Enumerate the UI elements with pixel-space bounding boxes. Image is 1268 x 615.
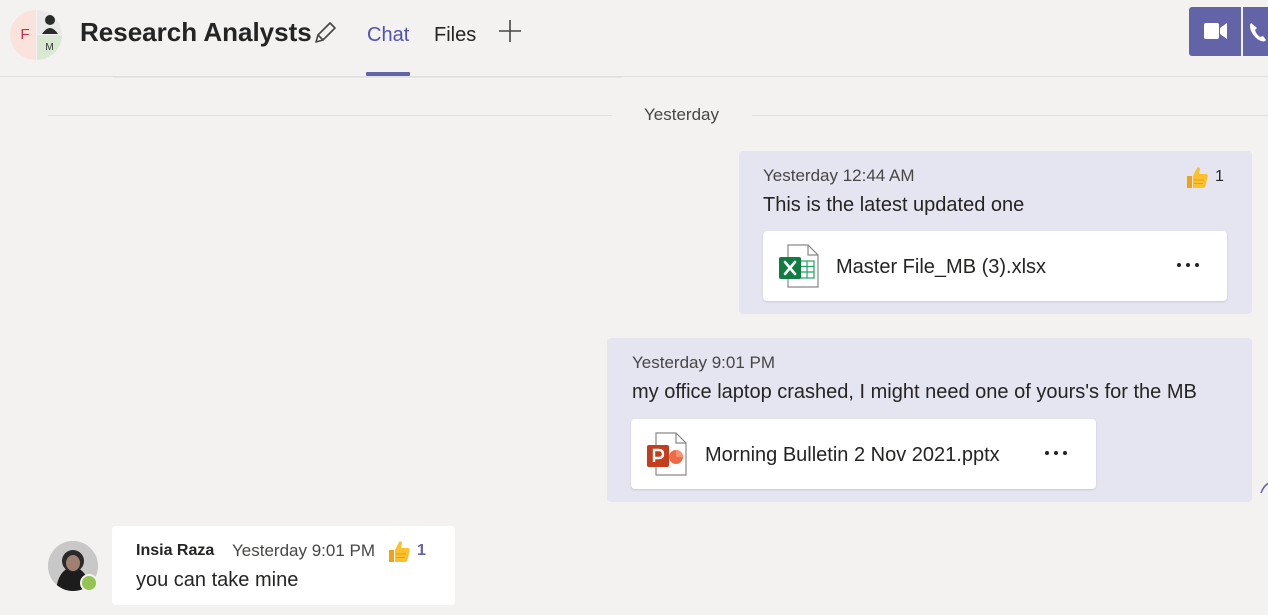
- chat-title: Research Analysts: [80, 17, 312, 47]
- add-tab-plus-icon[interactable]: [497, 18, 523, 44]
- read-receipt-icon: [1260, 482, 1268, 494]
- tab-files[interactable]: Files: [434, 22, 476, 48]
- avatar-initial-f: F: [10, 10, 36, 60]
- reaction-badge[interactable]: 1: [386, 538, 426, 564]
- file-name: Master File_MB (3).xlsx: [836, 256, 1047, 278]
- file-name: Morning Bulletin 2 Nov 2021.pptx: [705, 444, 1000, 466]
- avatar-initial-m: M: [37, 35, 62, 60]
- file-attachment-card[interactable]: Master File_MB (3).xlsx: [763, 231, 1227, 301]
- message-text: my office laptop crashed, I might need o…: [632, 381, 1197, 403]
- date-separator-line-left: [48, 115, 612, 116]
- tab-chat[interactable]: Chat: [367, 22, 409, 48]
- message-timestamp: Yesterday 12:44 AM: [763, 166, 915, 185]
- chat-header: F M Research Analysts Chat Files: [0, 0, 1268, 77]
- person-photo-icon: [42, 15, 58, 34]
- reaction-badge[interactable]: 1: [1184, 164, 1224, 190]
- call-buttons: [1189, 7, 1268, 56]
- excel-file-icon: [779, 244, 819, 288]
- thumbs-up-icon: [1187, 167, 1208, 188]
- date-separator-line-right: [752, 115, 1268, 116]
- message-timestamp: Yesterday 9:01 PM: [232, 541, 376, 560]
- message-timestamp: Yesterday 9:01 PM: [632, 353, 776, 372]
- presence-available-badge: [80, 574, 98, 592]
- thumbs-up-icon: [389, 541, 410, 562]
- powerpoint-file-icon: [647, 432, 687, 476]
- reaction-count: 1: [417, 542, 426, 559]
- message-text: This is the latest updated one: [763, 194, 1025, 216]
- audio-call-icon[interactable]: [1243, 7, 1268, 56]
- own-message-bubble[interactable]: Yesterday 12:44 AM 1 This is the latest …: [739, 151, 1252, 314]
- more-options-icon[interactable]: [1176, 260, 1200, 270]
- incoming-message-bubble[interactable]: Insia Raza Yesterday 9:01 PM 1 you can t…: [112, 526, 455, 605]
- active-tab-indicator: [366, 72, 410, 76]
- more-options-icon[interactable]: [1044, 448, 1068, 458]
- message-text: you can take mine: [136, 569, 299, 591]
- own-message-bubble[interactable]: Yesterday 9:01 PM my office laptop crash…: [607, 338, 1252, 502]
- reaction-count: 1: [1215, 168, 1224, 185]
- date-separator-label: Yesterday: [644, 105, 719, 124]
- edit-pencil-icon[interactable]: [312, 20, 338, 46]
- group-avatar[interactable]: F M: [10, 10, 62, 60]
- header-divider: [113, 77, 622, 78]
- file-attachment-card[interactable]: Morning Bulletin 2 Nov 2021.pptx: [631, 419, 1096, 489]
- sender-name: Insia Raza: [136, 542, 215, 559]
- video-call-icon[interactable]: [1189, 7, 1241, 56]
